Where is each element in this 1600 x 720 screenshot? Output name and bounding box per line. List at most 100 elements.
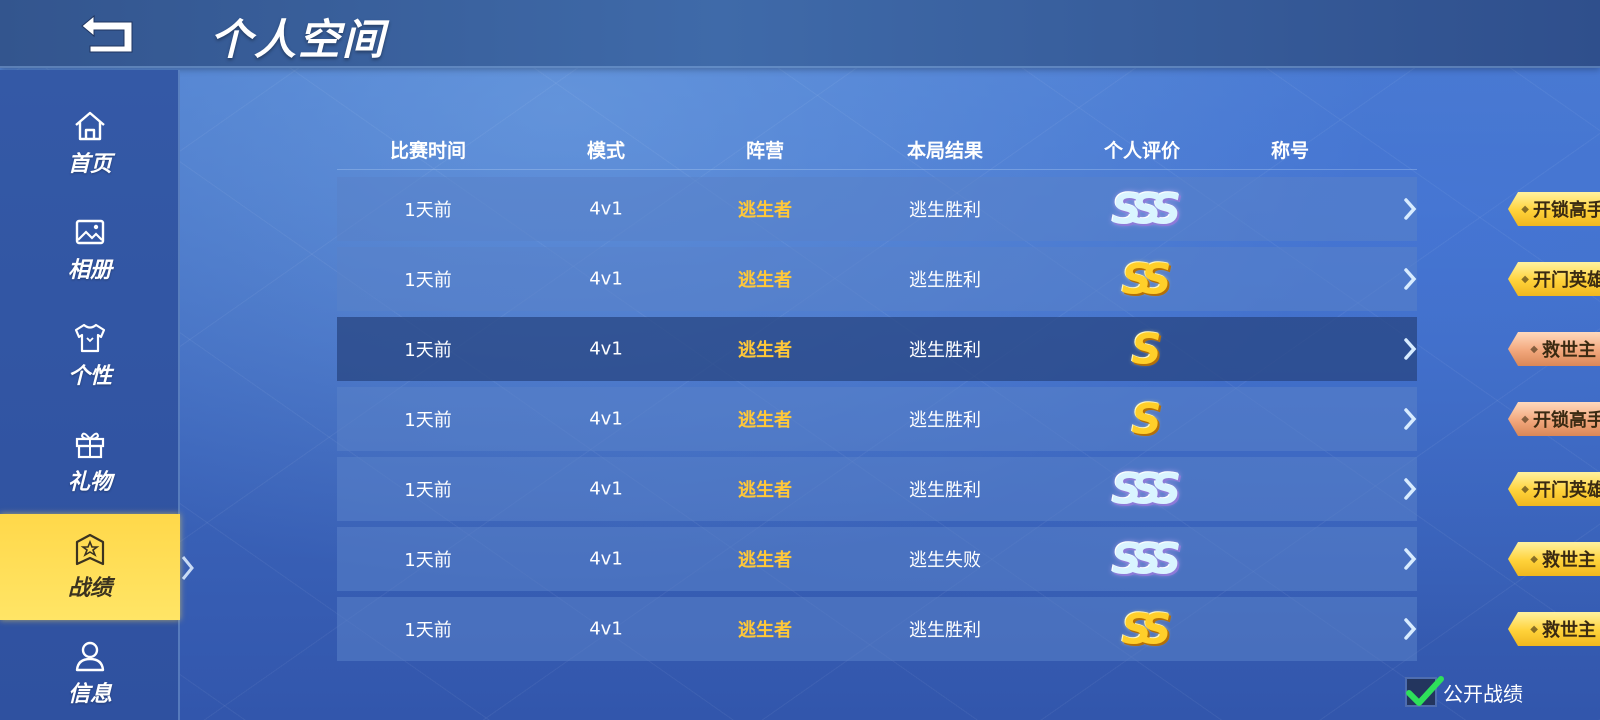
table-row[interactable]: 1天前4v1逃生者逃生胜利S◆开锁高手◆ — [337, 387, 1600, 451]
match-mode: 4v1 — [589, 478, 623, 500]
match-mode: 4v1 — [589, 338, 623, 360]
album-icon — [75, 219, 105, 245]
match-result: 逃生胜利 — [909, 270, 981, 291]
match-camp: 逃生者 — [738, 200, 792, 221]
chevron-right-icon[interactable] — [1403, 407, 1417, 431]
title-badge: ◆救世主◆ — [1508, 542, 1600, 576]
page-title: 个人空间 — [210, 15, 387, 64]
title-badge: ◆救世主◆ — [1508, 612, 1600, 646]
title-badge-label: 开锁高手 — [1533, 200, 1600, 221]
rating-grade: S — [1131, 324, 1161, 374]
title-badge: ◆救世主◆ — [1508, 332, 1600, 366]
sidebar-item-record[interactable]: 战绩 — [0, 514, 180, 620]
rating-grade: SSS — [1111, 184, 1182, 234]
chevron-right-icon[interactable] — [1403, 197, 1417, 221]
back-button[interactable] — [78, 12, 140, 56]
column-header-camp: 阵营 — [745, 140, 785, 162]
medal-icon — [75, 533, 105, 566]
match-result: 逃生胜利 — [909, 340, 981, 361]
sidebar-item-home[interactable]: 首页 — [0, 90, 180, 196]
public-record-label: 公开战绩 — [1443, 681, 1523, 706]
match-camp: 逃生者 — [738, 480, 792, 501]
sidebar-item-label: 个性 — [67, 364, 112, 389]
badge-ornament-icon: ◆ — [1521, 203, 1529, 215]
title-badge-label: 开门英雄 — [1533, 480, 1600, 501]
match-camp: 逃生者 — [738, 620, 792, 641]
title-badge-label: 救世主 — [1542, 620, 1596, 641]
badge-ornament-icon: ◆ — [1530, 623, 1538, 635]
match-time: 1天前 — [404, 550, 452, 571]
match-time: 1天前 — [404, 620, 452, 641]
sidebar-item-label: 礼物 — [67, 470, 112, 495]
table-row[interactable]: 1天前4v1逃生者逃生胜利SSS◆开门英雄◆3 — [337, 457, 1600, 521]
title-badge: ◆开锁高手◆ — [1508, 402, 1600, 436]
public-record-toggle[interactable]: 公开战绩 — [1405, 675, 1523, 709]
match-time: 1天前 — [404, 340, 452, 361]
title-badge: ◆开门英雄◆ — [1508, 262, 1600, 296]
gift-icon — [75, 432, 105, 459]
rating-grade: SS — [1121, 254, 1171, 304]
title-badge: ◆开门英雄◆ — [1508, 472, 1600, 506]
sidebar-item-gift[interactable]: 礼物 — [0, 408, 180, 514]
rating-grade: S — [1131, 394, 1161, 444]
table-header: 比赛时间 模式 阵营 本局结果 个人评价 称号 — [337, 128, 1417, 170]
chevron-right-icon[interactable] — [1403, 267, 1417, 291]
checkmark-icon — [1406, 676, 1444, 706]
table-row[interactable]: 1天前4v1逃生者逃生胜利S◆救世主◆2 — [337, 317, 1600, 381]
match-mode: 4v1 — [589, 408, 623, 430]
title-badge: ◆开锁高手◆ — [1508, 192, 1600, 226]
sidebar-item-label: 首页 — [67, 152, 112, 177]
active-tab-pointer-icon — [181, 556, 194, 580]
chevron-right-icon[interactable] — [1403, 337, 1417, 361]
table-row[interactable]: 1天前4v1逃生者逃生胜利SSS◆开锁高手◆ — [337, 177, 1600, 241]
top-header-bar: 个人空间 — [0, 0, 1600, 68]
column-header-title: 称号 — [1270, 140, 1310, 162]
match-camp: 逃生者 — [738, 410, 792, 431]
match-result: 逃生胜利 — [909, 410, 981, 431]
table-row[interactable]: 1天前4v1逃生者逃生胜利SS◆救世主◆2 — [337, 597, 1600, 661]
badge-ornament-icon: ◆ — [1521, 413, 1529, 425]
match-mode: 4v1 — [589, 198, 623, 220]
sidebar-item-album[interactable]: 相册 — [0, 196, 180, 302]
match-camp: 逃生者 — [738, 340, 792, 361]
title-badge-label: 救世主 — [1542, 550, 1596, 571]
match-mode: 4v1 — [589, 268, 623, 290]
sidebar-item-label: 相册 — [67, 258, 112, 283]
rating-grade: SS — [1121, 604, 1171, 654]
title-badge-label: 救世主 — [1542, 340, 1596, 361]
chevron-right-icon[interactable] — [1403, 617, 1417, 641]
match-time: 1天前 — [404, 200, 452, 221]
match-mode: 4v1 — [589, 618, 623, 640]
table-row[interactable]: 1天前4v1逃生者逃生失败SSS◆救世主◆2 — [337, 527, 1600, 591]
back-arrow-icon — [81, 14, 133, 53]
match-mode: 4v1 — [589, 548, 623, 570]
sidebar-item-label: 战绩 — [67, 576, 112, 601]
chevron-right-icon[interactable] — [1403, 477, 1417, 501]
chevron-right-icon[interactable] — [1403, 547, 1417, 571]
badge-ornament-icon: ◆ — [1530, 343, 1538, 355]
badge-ornament-icon: ◆ — [1521, 483, 1529, 495]
match-result: 逃生胜利 — [909, 200, 981, 221]
column-header-mode: 模式 — [586, 140, 626, 162]
column-header-rating: 个人评价 — [1103, 140, 1181, 162]
rating-grade: SSS — [1111, 464, 1182, 514]
match-time: 1天前 — [404, 410, 452, 431]
match-camp: 逃生者 — [738, 270, 792, 291]
column-header-time: 比赛时间 — [389, 140, 467, 162]
home-icon — [75, 111, 105, 141]
badge-ornament-icon: ◆ — [1530, 553, 1538, 565]
sidebar-item-label: 信息 — [67, 682, 112, 707]
title-badge-label: 开门英雄 — [1533, 270, 1600, 291]
public-record-checkbox[interactable] — [1405, 676, 1444, 707]
shirt-icon — [74, 323, 106, 353]
match-time: 1天前 — [404, 270, 452, 291]
sidebar: 首页 相册 个性 礼物 战绩 信息 — [0, 70, 180, 720]
sidebar-item-personality[interactable]: 个性 — [0, 302, 180, 408]
match-result: 逃生失败 — [909, 550, 981, 571]
rating-grade: SSS — [1111, 534, 1182, 584]
match-result: 逃生胜利 — [909, 620, 981, 641]
table-row[interactable]: 1天前 4v1 逃生者 逃生胜利 SS ◆开门英雄◆ — [337, 247, 1600, 311]
sidebar-item-info[interactable]: 信息 — [0, 620, 180, 720]
match-camp: 逃生者 — [738, 550, 792, 571]
title-badge-label: 开锁高手 — [1533, 410, 1600, 431]
